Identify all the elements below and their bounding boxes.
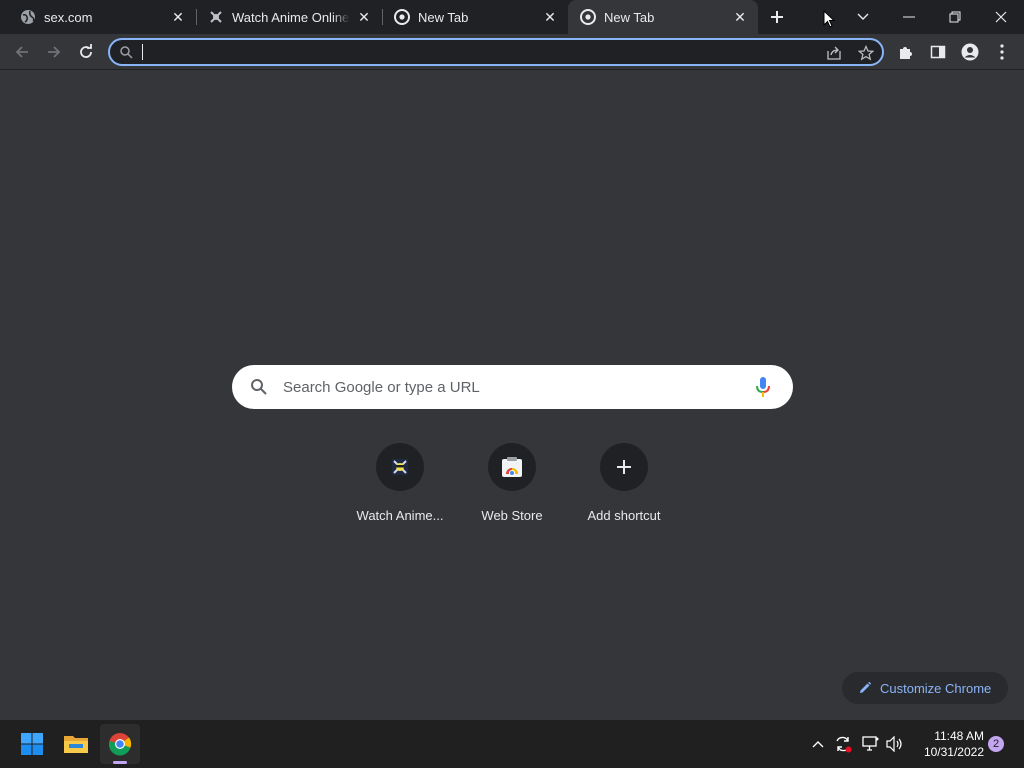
tab-3[interactable]: New Tab ✕ bbox=[374, 0, 568, 34]
minimize-icon bbox=[903, 16, 915, 18]
notification-badge[interactable]: 2 bbox=[988, 736, 1004, 752]
tab-title: Watch Anime Online, Free Anime Streaming bbox=[232, 9, 350, 25]
tab-2[interactable]: Watch Anime Online, Free Anime Streaming… bbox=[188, 0, 382, 34]
shortcut-tile[interactable]: Web Store bbox=[456, 440, 568, 530]
close-icon[interactable]: ✕ bbox=[542, 9, 558, 25]
bookmark-star-icon[interactable] bbox=[858, 45, 874, 61]
file-explorer-button[interactable] bbox=[56, 724, 96, 764]
shortcut-label: Web Store bbox=[481, 508, 543, 523]
tab-1[interactable]: sex.com ✕ bbox=[0, 0, 196, 34]
show-hidden-icons-button[interactable] bbox=[806, 732, 830, 756]
side-panel-button[interactable] bbox=[922, 36, 954, 68]
windows-start-icon bbox=[21, 733, 43, 755]
speaker-icon bbox=[886, 736, 902, 752]
chevron-up-icon bbox=[812, 741, 824, 748]
browser-toolbar bbox=[0, 34, 1024, 70]
shortcut-icon-circle bbox=[488, 443, 536, 491]
shortcut-icon-circle bbox=[376, 443, 424, 491]
profile-button[interactable] bbox=[954, 36, 986, 68]
system-clock[interactable]: 11:48 AM 10/31/2022 bbox=[912, 728, 984, 760]
new-tab-page: Watch Anime... Web Store Add shortcut Cu… bbox=[0, 70, 1024, 720]
tab-title: sex.com bbox=[44, 9, 93, 25]
add-shortcut-tile[interactable]: Add shortcut bbox=[568, 440, 680, 530]
minimize-button[interactable] bbox=[886, 0, 932, 34]
reload-button[interactable] bbox=[70, 36, 102, 68]
sync-status-button[interactable] bbox=[831, 732, 855, 756]
clock-time: 11:48 AM bbox=[934, 729, 984, 743]
chevron-down-icon bbox=[857, 13, 869, 20]
close-icon[interactable]: ✕ bbox=[732, 9, 748, 25]
share-icon[interactable] bbox=[826, 45, 842, 61]
menu-button[interactable] bbox=[986, 36, 1018, 68]
close-icon bbox=[995, 11, 1007, 23]
close-window-button[interactable] bbox=[978, 0, 1024, 34]
address-bar[interactable] bbox=[108, 38, 884, 66]
puzzle-icon bbox=[900, 47, 912, 59]
tab-4-active[interactable]: New Tab ✕ bbox=[568, 0, 758, 34]
globe-icon bbox=[20, 9, 36, 25]
taskbar: 11:48 AM 10/31/2022 2 bbox=[0, 720, 1024, 768]
close-icon[interactable]: ✕ bbox=[170, 9, 186, 25]
arrow-right-icon bbox=[48, 46, 61, 58]
profile-icon bbox=[961, 43, 979, 61]
search-input[interactable] bbox=[283, 377, 723, 397]
restore-button[interactable] bbox=[932, 0, 978, 34]
network-button[interactable] bbox=[859, 732, 883, 756]
google-search-box[interactable] bbox=[232, 365, 793, 409]
network-icon bbox=[862, 736, 879, 751]
start-button[interactable] bbox=[12, 724, 52, 764]
back-button[interactable] bbox=[6, 36, 38, 68]
clock-date: 10/31/2022 bbox=[923, 745, 984, 759]
microphone-icon[interactable] bbox=[755, 376, 771, 398]
tab-title: New Tab bbox=[418, 9, 469, 25]
reload-icon bbox=[80, 44, 92, 58]
arrow-left-icon bbox=[15, 46, 28, 58]
search-icon bbox=[251, 379, 267, 395]
shortcut-label: Watch Anime... bbox=[356, 508, 444, 523]
volume-button[interactable] bbox=[883, 732, 907, 756]
anime-site-icon bbox=[208, 9, 224, 25]
tab-title: New Tab bbox=[604, 9, 655, 25]
plus-icon bbox=[771, 11, 783, 23]
sync-icon bbox=[836, 736, 852, 753]
chrome-icon bbox=[108, 733, 132, 756]
shortcut-tile[interactable]: Watch Anime... bbox=[344, 440, 456, 530]
shortcut-label: Add shortcut bbox=[587, 508, 661, 523]
customize-label: Customize Chrome bbox=[880, 680, 992, 696]
tab-search-button[interactable] bbox=[840, 0, 886, 34]
new-tab-button[interactable] bbox=[766, 6, 788, 28]
web-store-icon bbox=[502, 457, 522, 477]
kebab-menu-icon bbox=[1000, 44, 1004, 60]
chrome-icon bbox=[394, 9, 410, 25]
chrome-icon bbox=[580, 9, 596, 25]
tab-strip: sex.com ✕ Watch Anime Online, Free Anime… bbox=[0, 0, 1024, 34]
address-input[interactable] bbox=[140, 42, 800, 62]
running-indicator bbox=[113, 761, 127, 764]
extensions-button[interactable] bbox=[890, 36, 922, 68]
close-icon[interactable]: ✕ bbox=[356, 9, 372, 25]
side-panel-icon bbox=[930, 45, 946, 59]
restore-icon bbox=[949, 11, 961, 23]
folder-icon bbox=[64, 736, 88, 753]
mouse-pointer-icon bbox=[823, 9, 836, 33]
plus-icon bbox=[617, 460, 631, 474]
text-cursor bbox=[142, 44, 143, 60]
forward-button[interactable] bbox=[38, 36, 70, 68]
pencil-icon bbox=[860, 681, 872, 693]
anime-site-icon bbox=[392, 459, 408, 475]
customize-chrome-button[interactable]: Customize Chrome bbox=[842, 672, 1008, 704]
search-icon bbox=[120, 46, 133, 59]
chrome-taskbar-button[interactable] bbox=[100, 724, 140, 764]
shortcut-icon-circle bbox=[600, 443, 648, 491]
